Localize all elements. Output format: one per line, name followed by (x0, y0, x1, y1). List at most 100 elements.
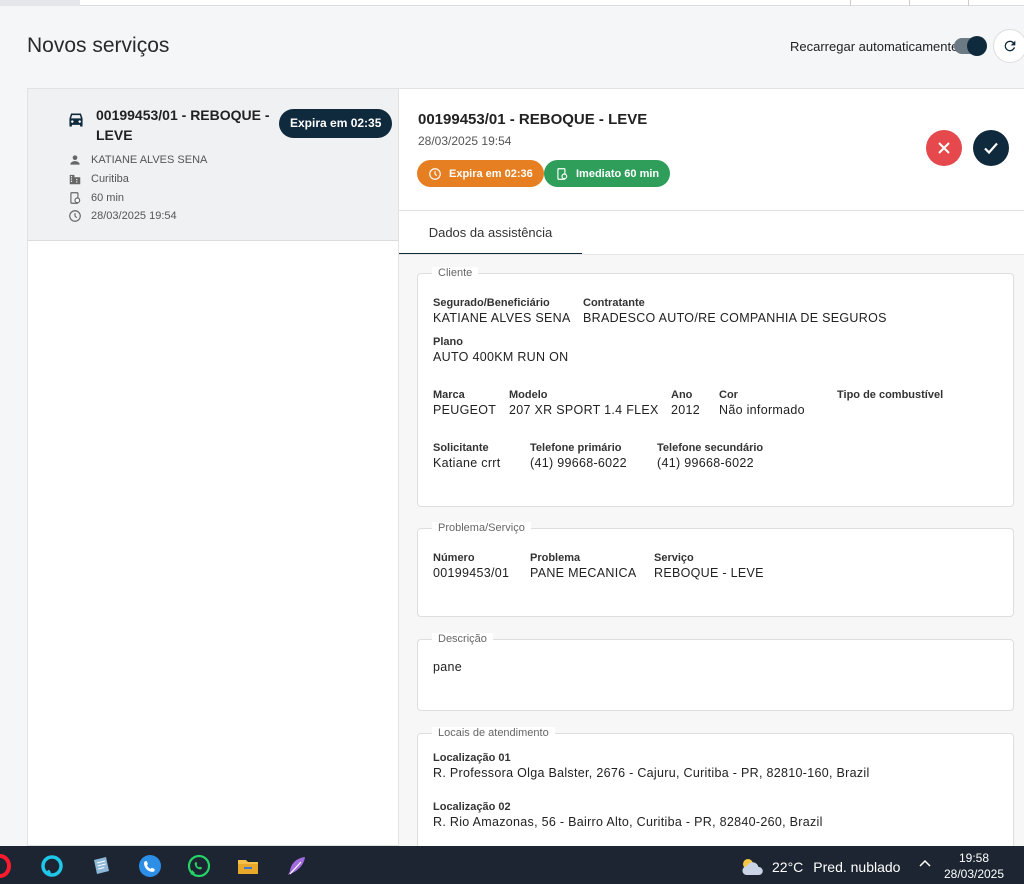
descricao-section: Descrição pane (417, 633, 1014, 711)
clock-icon (429, 167, 441, 180)
field-value: Não informado (719, 403, 805, 417)
service-card[interactable]: 00199453/01 - REBOQUE - LEVE Expira em 0… (28, 89, 398, 241)
refresh-button[interactable] (993, 29, 1024, 63)
expires-pill: Expira em 02:36 (417, 160, 544, 187)
ano-field: Ano 2012 (671, 389, 700, 417)
field-label: Problema (530, 552, 581, 564)
servico-field: Serviço REBOQUE - LEVE (654, 552, 764, 580)
car-icon (69, 113, 83, 127)
field-label: Número (433, 552, 475, 564)
feather-icon[interactable] (285, 854, 309, 878)
field-label: Marca (433, 389, 465, 401)
browser-tab[interactable] (0, 0, 80, 6)
customer-row: KATIANE ALVES SENA (68, 152, 207, 168)
field-value: R. Rio Amazonas, 56 - Bairro Alto, Curit… (433, 815, 823, 829)
duration-row: 60 min (68, 190, 124, 206)
chevron-up-icon[interactable] (918, 857, 932, 871)
file-explorer-icon[interactable] (236, 854, 260, 878)
field-value: pane (433, 660, 463, 674)
detail-datetime: 28/03/2025 19:54 (418, 134, 512, 148)
tab-dados-assistencia[interactable]: Dados da assistência (399, 211, 582, 255)
locais-section: Locais de atendimento Localização 01 R. P… (417, 727, 1014, 847)
datetime-row: 28/03/2025 19:54 (68, 208, 177, 224)
detail-content: Cliente Segurado/Beneficiário KATIANE ALV… (399, 255, 1024, 847)
section-legend: Cliente (432, 267, 479, 279)
field-label: Segurado/Beneficiário (433, 297, 550, 309)
service-card-title: 00199453/01 - REBOQUE - LEVE (96, 107, 270, 143)
auto-reload-toggle[interactable] (954, 36, 987, 56)
auto-reload-label: Recarregar automaticamente (790, 39, 959, 54)
reject-button[interactable] (926, 130, 962, 166)
field-value: R. Professora Olga Balster, 2676 - Cajur… (433, 766, 870, 780)
detail-title: 00199453/01 - REBOQUE - LEVE (418, 111, 648, 128)
field-value: Katiane crrt (433, 456, 501, 470)
field-label: Ano (671, 389, 693, 401)
segurado-field: Segurado/Beneficiário KATIANE ALVES SENA (433, 297, 571, 325)
field-value: REBOQUE - LEVE (654, 566, 764, 580)
taskbar: 22°C Pred. nublado 19:58 28/03/2025 (0, 846, 1024, 884)
field-label: Plano (433, 336, 463, 348)
duration: 60 min (91, 192, 125, 204)
accept-button[interactable] (973, 130, 1009, 166)
system-clock[interactable]: 19:58 28/03/2025 (938, 850, 1010, 882)
modelo-field: Modelo 207 XR SPORT 1.4 FLEX (509, 389, 659, 417)
cliente-section: Cliente Segurado/Beneficiário KATIANE ALV… (417, 267, 1014, 507)
field-value: 2012 (671, 403, 701, 417)
service-datetime: 28/03/2025 19:54 (91, 210, 177, 222)
service-list-panel: 00199453/01 - REBOQUE - LEVE Expira em 0… (27, 88, 399, 846)
person-icon (70, 155, 80, 165)
descricao-text: pane (433, 660, 462, 674)
field-value: AUTO 400KM RUN ON (433, 350, 569, 364)
notes-icon[interactable] (89, 854, 113, 878)
field-label: Modelo (509, 389, 548, 401)
field-label: Contratante (583, 297, 645, 309)
section-legend: Locais de atendimento (432, 727, 555, 739)
field-value: PEUGEOT (433, 403, 497, 417)
field-label: Telefone primário (530, 442, 622, 454)
field-label: Cor (719, 389, 738, 401)
clock-date: 28/03/2025 (943, 867, 1005, 881)
phone-icon[interactable] (138, 854, 162, 878)
clock-time: 19:58 (958, 851, 990, 865)
problema-servico-section: Problema/Serviço Número 00199453/01 Probl… (417, 522, 1014, 617)
building-icon (69, 174, 81, 185)
problema-field: Problema PANE MECANICA (530, 552, 636, 580)
weather-widget[interactable]: 22°C Pred. nublado (738, 855, 900, 879)
numero-field: Número 00199453/01 (433, 552, 509, 580)
top-divider (909, 0, 910, 6)
page-title: Novos serviços (27, 34, 170, 57)
field-value: 207 XR SPORT 1.4 FLEX (509, 403, 659, 417)
weather-condition: Pred. nublado (813, 859, 901, 875)
field-label: Solicitante (433, 442, 489, 454)
refresh-icon (1004, 40, 1016, 52)
close-icon (938, 142, 950, 154)
opera-icon[interactable] (0, 854, 12, 878)
clock-icon (69, 210, 81, 222)
service-detail-panel: 00199453/01 - REBOQUE - LEVE 28/03/2025 … (399, 88, 1024, 847)
temperature: 22°C (772, 859, 804, 875)
city: Curitiba (91, 173, 129, 185)
marca-field: Marca PEUGEOT (433, 389, 496, 417)
solicitante-field: Solicitante Katiane crrt (433, 442, 501, 470)
clipboard-clock-icon (557, 167, 568, 180)
city-row: Curitiba (68, 171, 129, 187)
browser-top-strip (0, 0, 1024, 6)
field-value: KATIANE ALVES SENA (433, 311, 571, 325)
section-legend: Descrição (432, 633, 493, 645)
whatsapp-icon[interactable] (187, 854, 211, 878)
field-label: Tipo de combustível (837, 389, 944, 401)
partly-cloudy-icon (742, 859, 763, 875)
field-value: PANE MECANICA (530, 566, 637, 580)
alexa-icon[interactable] (40, 854, 64, 878)
immediate-pill: Imediato 60 min (544, 160, 671, 187)
top-divider (850, 0, 851, 6)
field-value: BRADESCO AUTO/RE COMPANHIA DE SEGUROS (583, 311, 887, 325)
field-label: Localização 01 (433, 752, 511, 764)
field-label: Serviço (654, 552, 694, 564)
expires-pill-label: Expira em 02:36 (449, 167, 533, 180)
toggle-knob (967, 36, 987, 56)
clipboard-clock-icon (70, 192, 81, 204)
expires-badge: Expira em 02:35 (279, 109, 393, 138)
field-label: Telefone secundário (657, 442, 764, 454)
telefone-secundario-field: Telefone secundário (41) 99668-6022 (657, 442, 763, 470)
